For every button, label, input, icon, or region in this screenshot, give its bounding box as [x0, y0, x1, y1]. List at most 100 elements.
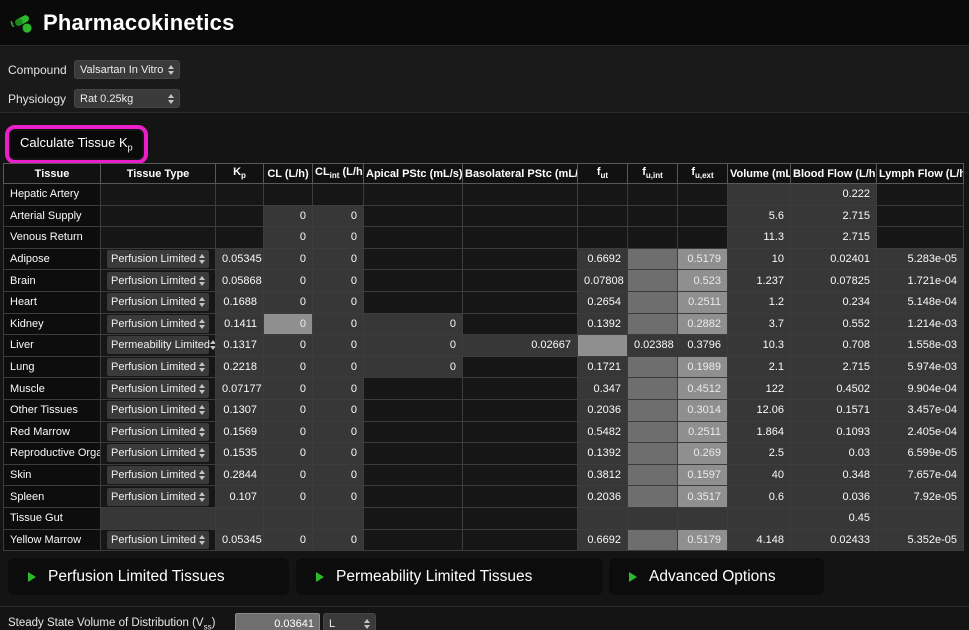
kp-cell[interactable]: 0.1317 [216, 335, 264, 357]
clint-cell[interactable]: 0 [313, 529, 364, 551]
fuext-cell[interactable]: 0.2511 [678, 291, 728, 313]
lymph-flow-cell[interactable]: 3.457e-04 [877, 399, 964, 421]
fuext-cell[interactable]: 0.1989 [678, 356, 728, 378]
blood-flow-cell[interactable]: 0.552 [791, 313, 877, 335]
clint-cell[interactable]: 0 [313, 486, 364, 508]
kp-cell[interactable]: 0.1535 [216, 443, 264, 465]
cl-cell[interactable]: 0 [264, 227, 313, 249]
lymph-flow-cell[interactable]: 7.92e-05 [877, 486, 964, 508]
basolateral-pstc-cell[interactable]: 0.02667 [463, 335, 578, 357]
cl-cell[interactable]: 0 [264, 421, 313, 443]
cl-cell[interactable]: 0 [264, 313, 313, 335]
fut-cell[interactable]: 0.347 [578, 378, 628, 400]
tissue-type-select[interactable]: Perfusion Limited [107, 401, 209, 419]
apical-pstc-cell[interactable]: 0 [364, 313, 463, 335]
blood-flow-cell[interactable]: 0.02433 [791, 529, 877, 551]
fuext-cell[interactable]: 0.2882 [678, 313, 728, 335]
kp-cell[interactable]: 0.2844 [216, 464, 264, 486]
kp-cell[interactable]: 0.1307 [216, 399, 264, 421]
tissue-type-select[interactable]: Perfusion Limited [107, 250, 209, 268]
fuext-cell[interactable]: 0.3517 [678, 486, 728, 508]
volume-cell[interactable]: 10.3 [728, 335, 791, 357]
blood-flow-cell[interactable]: 0.234 [791, 291, 877, 313]
cl-cell[interactable]: 0 [264, 399, 313, 421]
fuext-cell[interactable]: 0.5179 [678, 529, 728, 551]
permeability-limited-tissues-button[interactable]: Permeability Limited Tissues [296, 558, 603, 595]
fuint-cell[interactable] [628, 421, 678, 443]
lymph-flow-cell[interactable]: 2.405e-04 [877, 421, 964, 443]
blood-flow-cell[interactable]: 0.036 [791, 486, 877, 508]
tissue-type-select[interactable]: Perfusion Limited [107, 272, 209, 290]
lymph-flow-cell[interactable]: 5.974e-03 [877, 356, 964, 378]
tissue-type-select[interactable]: Perfusion Limited [107, 358, 209, 376]
blood-flow-cell[interactable]: 0.02401 [791, 248, 877, 270]
fut-cell[interactable]: 0.2036 [578, 486, 628, 508]
clint-cell[interactable]: 0 [313, 248, 364, 270]
cl-cell[interactable] [264, 507, 313, 529]
blood-flow-cell[interactable]: 0.03 [791, 443, 877, 465]
clint-cell[interactable] [313, 507, 364, 529]
lymph-flow-cell[interactable]: 5.352e-05 [877, 529, 964, 551]
kp-cell[interactable]: 0.05345 [216, 529, 264, 551]
blood-flow-cell[interactable]: 0.222 [791, 184, 877, 206]
lymph-flow-cell[interactable]: 1.558e-03 [877, 335, 964, 357]
tissue-type-select[interactable]: Permeability Limited [107, 336, 209, 354]
blood-flow-cell[interactable]: 0.07825 [791, 270, 877, 292]
clint-cell[interactable]: 0 [313, 464, 364, 486]
fuint-cell[interactable] [628, 507, 678, 529]
clint-cell[interactable]: 0 [313, 443, 364, 465]
fut-cell[interactable]: 0.1392 [578, 313, 628, 335]
lymph-flow-cell[interactable] [877, 507, 964, 529]
kp-cell[interactable] [216, 507, 264, 529]
blood-flow-cell[interactable]: 2.715 [791, 356, 877, 378]
volume-cell[interactable]: 40 [728, 464, 791, 486]
cl-cell[interactable]: 0 [264, 486, 313, 508]
blood-flow-cell[interactable]: 0.4502 [791, 378, 877, 400]
fuext-cell[interactable]: 0.4512 [678, 378, 728, 400]
lymph-flow-cell[interactable]: 1.721e-04 [877, 270, 964, 292]
blood-flow-cell[interactable]: 0.45 [791, 507, 877, 529]
blood-flow-cell[interactable]: 0.708 [791, 335, 877, 357]
fuint-cell[interactable] [628, 378, 678, 400]
fut-cell[interactable]: 0.07808 [578, 270, 628, 292]
kp-cell[interactable]: 0.05868 [216, 270, 264, 292]
clint-cell[interactable]: 0 [313, 270, 364, 292]
fut-cell[interactable]: 0.3812 [578, 464, 628, 486]
kp-cell[interactable]: 0.2218 [216, 356, 264, 378]
cl-cell[interactable]: 0 [264, 270, 313, 292]
clint-cell[interactable]: 0 [313, 313, 364, 335]
cl-cell[interactable]: 0 [264, 378, 313, 400]
fuint-cell[interactable] [628, 443, 678, 465]
fuext-cell[interactable]: 0.269 [678, 443, 728, 465]
fuint-cell[interactable] [628, 248, 678, 270]
clint-cell[interactable]: 0 [313, 205, 364, 227]
fut-cell[interactable]: 0.6692 [578, 529, 628, 551]
fuint-cell[interactable] [628, 464, 678, 486]
clint-cell[interactable]: 0 [313, 378, 364, 400]
volume-cell[interactable]: 2.5 [728, 443, 791, 465]
fuext-cell[interactable]: 0.5179 [678, 248, 728, 270]
cl-cell[interactable]: 0 [264, 464, 313, 486]
fuext-cell[interactable]: 0.3014 [678, 399, 728, 421]
cl-cell[interactable]: 0 [264, 248, 313, 270]
tissue-type-select[interactable]: Perfusion Limited [107, 531, 209, 549]
apical-pstc-cell[interactable]: 0 [364, 356, 463, 378]
fut-cell[interactable]: 0.6692 [578, 248, 628, 270]
calculate-tissue-kp-button[interactable]: Calculate Tissue Kp [11, 131, 142, 158]
lymph-flow-cell[interactable]: 7.657e-04 [877, 464, 964, 486]
fuext-cell[interactable]: 0.1597 [678, 464, 728, 486]
lymph-flow-cell[interactable]: 6.599e-05 [877, 443, 964, 465]
fuint-cell[interactable] [628, 356, 678, 378]
compound-select[interactable]: Valsartan In Vitro [74, 60, 180, 79]
cl-cell[interactable]: 0 [264, 443, 313, 465]
blood-flow-cell[interactable]: 2.715 [791, 227, 877, 249]
fut-cell[interactable]: 0.1721 [578, 356, 628, 378]
volume-cell[interactable]: 1.237 [728, 270, 791, 292]
unit-select[interactable]: L [323, 613, 376, 630]
clint-cell[interactable]: 0 [313, 291, 364, 313]
tissue-type-select[interactable]: Perfusion Limited [107, 315, 209, 333]
clint-cell[interactable]: 0 [313, 335, 364, 357]
tissue-type-select[interactable]: Perfusion Limited [107, 488, 209, 506]
fuint-cell[interactable] [628, 399, 678, 421]
kp-cell[interactable]: 0.1411 [216, 313, 264, 335]
